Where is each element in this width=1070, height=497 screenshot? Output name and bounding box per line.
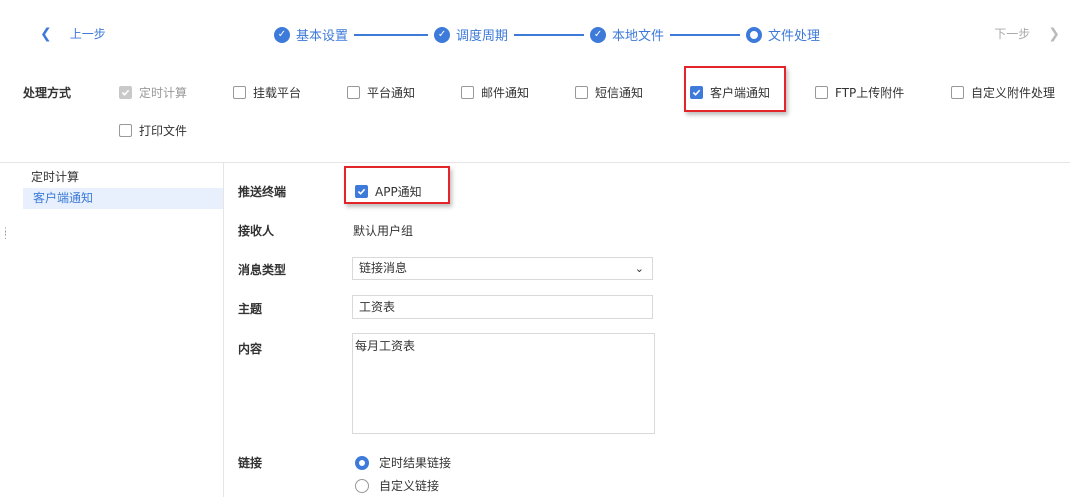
checkbox-label: 定时计算 <box>139 86 188 100</box>
link-option-scheduled-result[interactable]: 定时结果链接 <box>355 454 451 471</box>
step-label: 调度周期 <box>456 29 509 44</box>
checkbox[interactable] <box>951 86 964 99</box>
checkbox-label: 平台通知 <box>367 86 416 100</box>
sidebar-item-scheduled-calc[interactable]: 定时计算 <box>21 167 221 188</box>
recipient-value: 默认用户组 <box>353 224 414 238</box>
step-label: 基本设置 <box>296 29 349 44</box>
prev-step-label: 上一步 <box>69 27 106 41</box>
check-circle-icon: ✓ <box>590 26 607 43</box>
step-basic-settings[interactable]: ✓ 基本设置 <box>274 25 348 44</box>
subject-label: 主题 <box>238 302 263 316</box>
link-label: 链接 <box>238 456 263 470</box>
chevron-left-icon: ❮ <box>40 25 52 42</box>
app-notify-option[interactable]: APP通知 <box>355 183 422 200</box>
sidebar-item-client-notify[interactable]: 客户端通知 <box>23 188 223 209</box>
step-label: 本地文件 <box>612 29 665 44</box>
checkbox-label: 邮件通知 <box>481 86 530 100</box>
divider <box>223 162 224 497</box>
checkbox[interactable] <box>355 185 368 198</box>
checkbox-label: 短信通知 <box>595 86 644 100</box>
content-label: 内容 <box>238 342 263 356</box>
message-type-select[interactable]: 链接消息 ⌄ <box>352 257 653 280</box>
radio-button[interactable] <box>355 478 369 493</box>
step-connector <box>670 33 741 36</box>
check-circle-icon: ✓ <box>274 26 290 43</box>
highlight-box <box>684 66 786 112</box>
checkbox[interactable] <box>233 86 246 99</box>
method-ftp-upload[interactable]: FTP上传附件 <box>815 84 904 101</box>
method-mount-platform[interactable]: 挂载平台 <box>233 84 301 101</box>
checkbox[interactable] <box>347 86 360 99</box>
wizard-header: ❮ 上一步 ✓ 基本设置 ✓ 调度周期 ✓ 本地文件 文件处理 下一步 ❯ <box>0 0 1070 70</box>
checkbox-label: 挂载平台 <box>253 86 302 100</box>
checkbox-label: 打印文件 <box>139 124 188 138</box>
checkbox-label: FTP上传附件 <box>835 86 905 100</box>
radio-button[interactable] <box>355 455 369 470</box>
current-step-icon <box>746 26 763 43</box>
radio-label: 自定义链接 <box>379 479 440 493</box>
method-scheduled-calc[interactable]: 定时计算 <box>119 84 187 101</box>
step-schedule[interactable]: ✓ 调度周期 <box>434 25 508 44</box>
checkbox-label: APP通知 <box>375 185 422 199</box>
method-custom-attachment[interactable]: 自定义附件处理 <box>951 84 1055 101</box>
message-type-label: 消息类型 <box>238 263 287 277</box>
step-file-processing[interactable]: 文件处理 <box>746 25 820 44</box>
prev-step-button[interactable]: ❮ 上一步 <box>40 25 106 42</box>
checkbox[interactable] <box>815 86 828 99</box>
push-terminal-label: 推送终端 <box>238 185 287 199</box>
link-option-custom[interactable]: 自定义链接 <box>355 477 439 494</box>
radio-label: 定时结果链接 <box>379 456 452 470</box>
step-label: 文件处理 <box>768 29 821 44</box>
checkbox-label: 自定义附件处理 <box>971 86 1056 100</box>
check-circle-icon: ✓ <box>434 26 451 43</box>
step-local-file[interactable]: ✓ 本地文件 <box>590 25 664 44</box>
method-sms-notify[interactable]: 短信通知 <box>575 84 643 101</box>
processing-methods-label: 处理方式 <box>23 86 72 100</box>
select-value: 链接消息 <box>359 261 408 275</box>
step-connector <box>354 33 429 36</box>
method-platform-notify[interactable]: 平台通知 <box>347 84 415 101</box>
checkbox[interactable] <box>575 86 588 99</box>
checkbox[interactable] <box>461 86 474 99</box>
content-textarea[interactable]: 每月工资表 <box>352 333 655 434</box>
checkbox[interactable] <box>119 124 132 137</box>
recipient-label: 接收人 <box>238 224 275 238</box>
resize-handle-icon[interactable]: ⋮ ⋮ <box>1 228 10 241</box>
divider <box>0 162 1070 163</box>
step-connector <box>514 33 585 36</box>
chevron-down-icon: ⌄ <box>634 262 644 275</box>
checkbox[interactable] <box>119 86 132 99</box>
chevron-right-icon: ❯ <box>1048 25 1060 42</box>
next-step-label: 下一步 <box>994 27 1031 41</box>
method-print-file[interactable]: 打印文件 <box>119 122 187 139</box>
subject-input[interactable]: 工资表 <box>352 295 653 319</box>
next-step-button[interactable]: 下一步 ❯ <box>994 25 1060 42</box>
method-email-notify[interactable]: 邮件通知 <box>461 84 529 101</box>
step-indicator: ✓ 基本设置 ✓ 调度周期 ✓ 本地文件 文件处理 <box>274 25 820 44</box>
